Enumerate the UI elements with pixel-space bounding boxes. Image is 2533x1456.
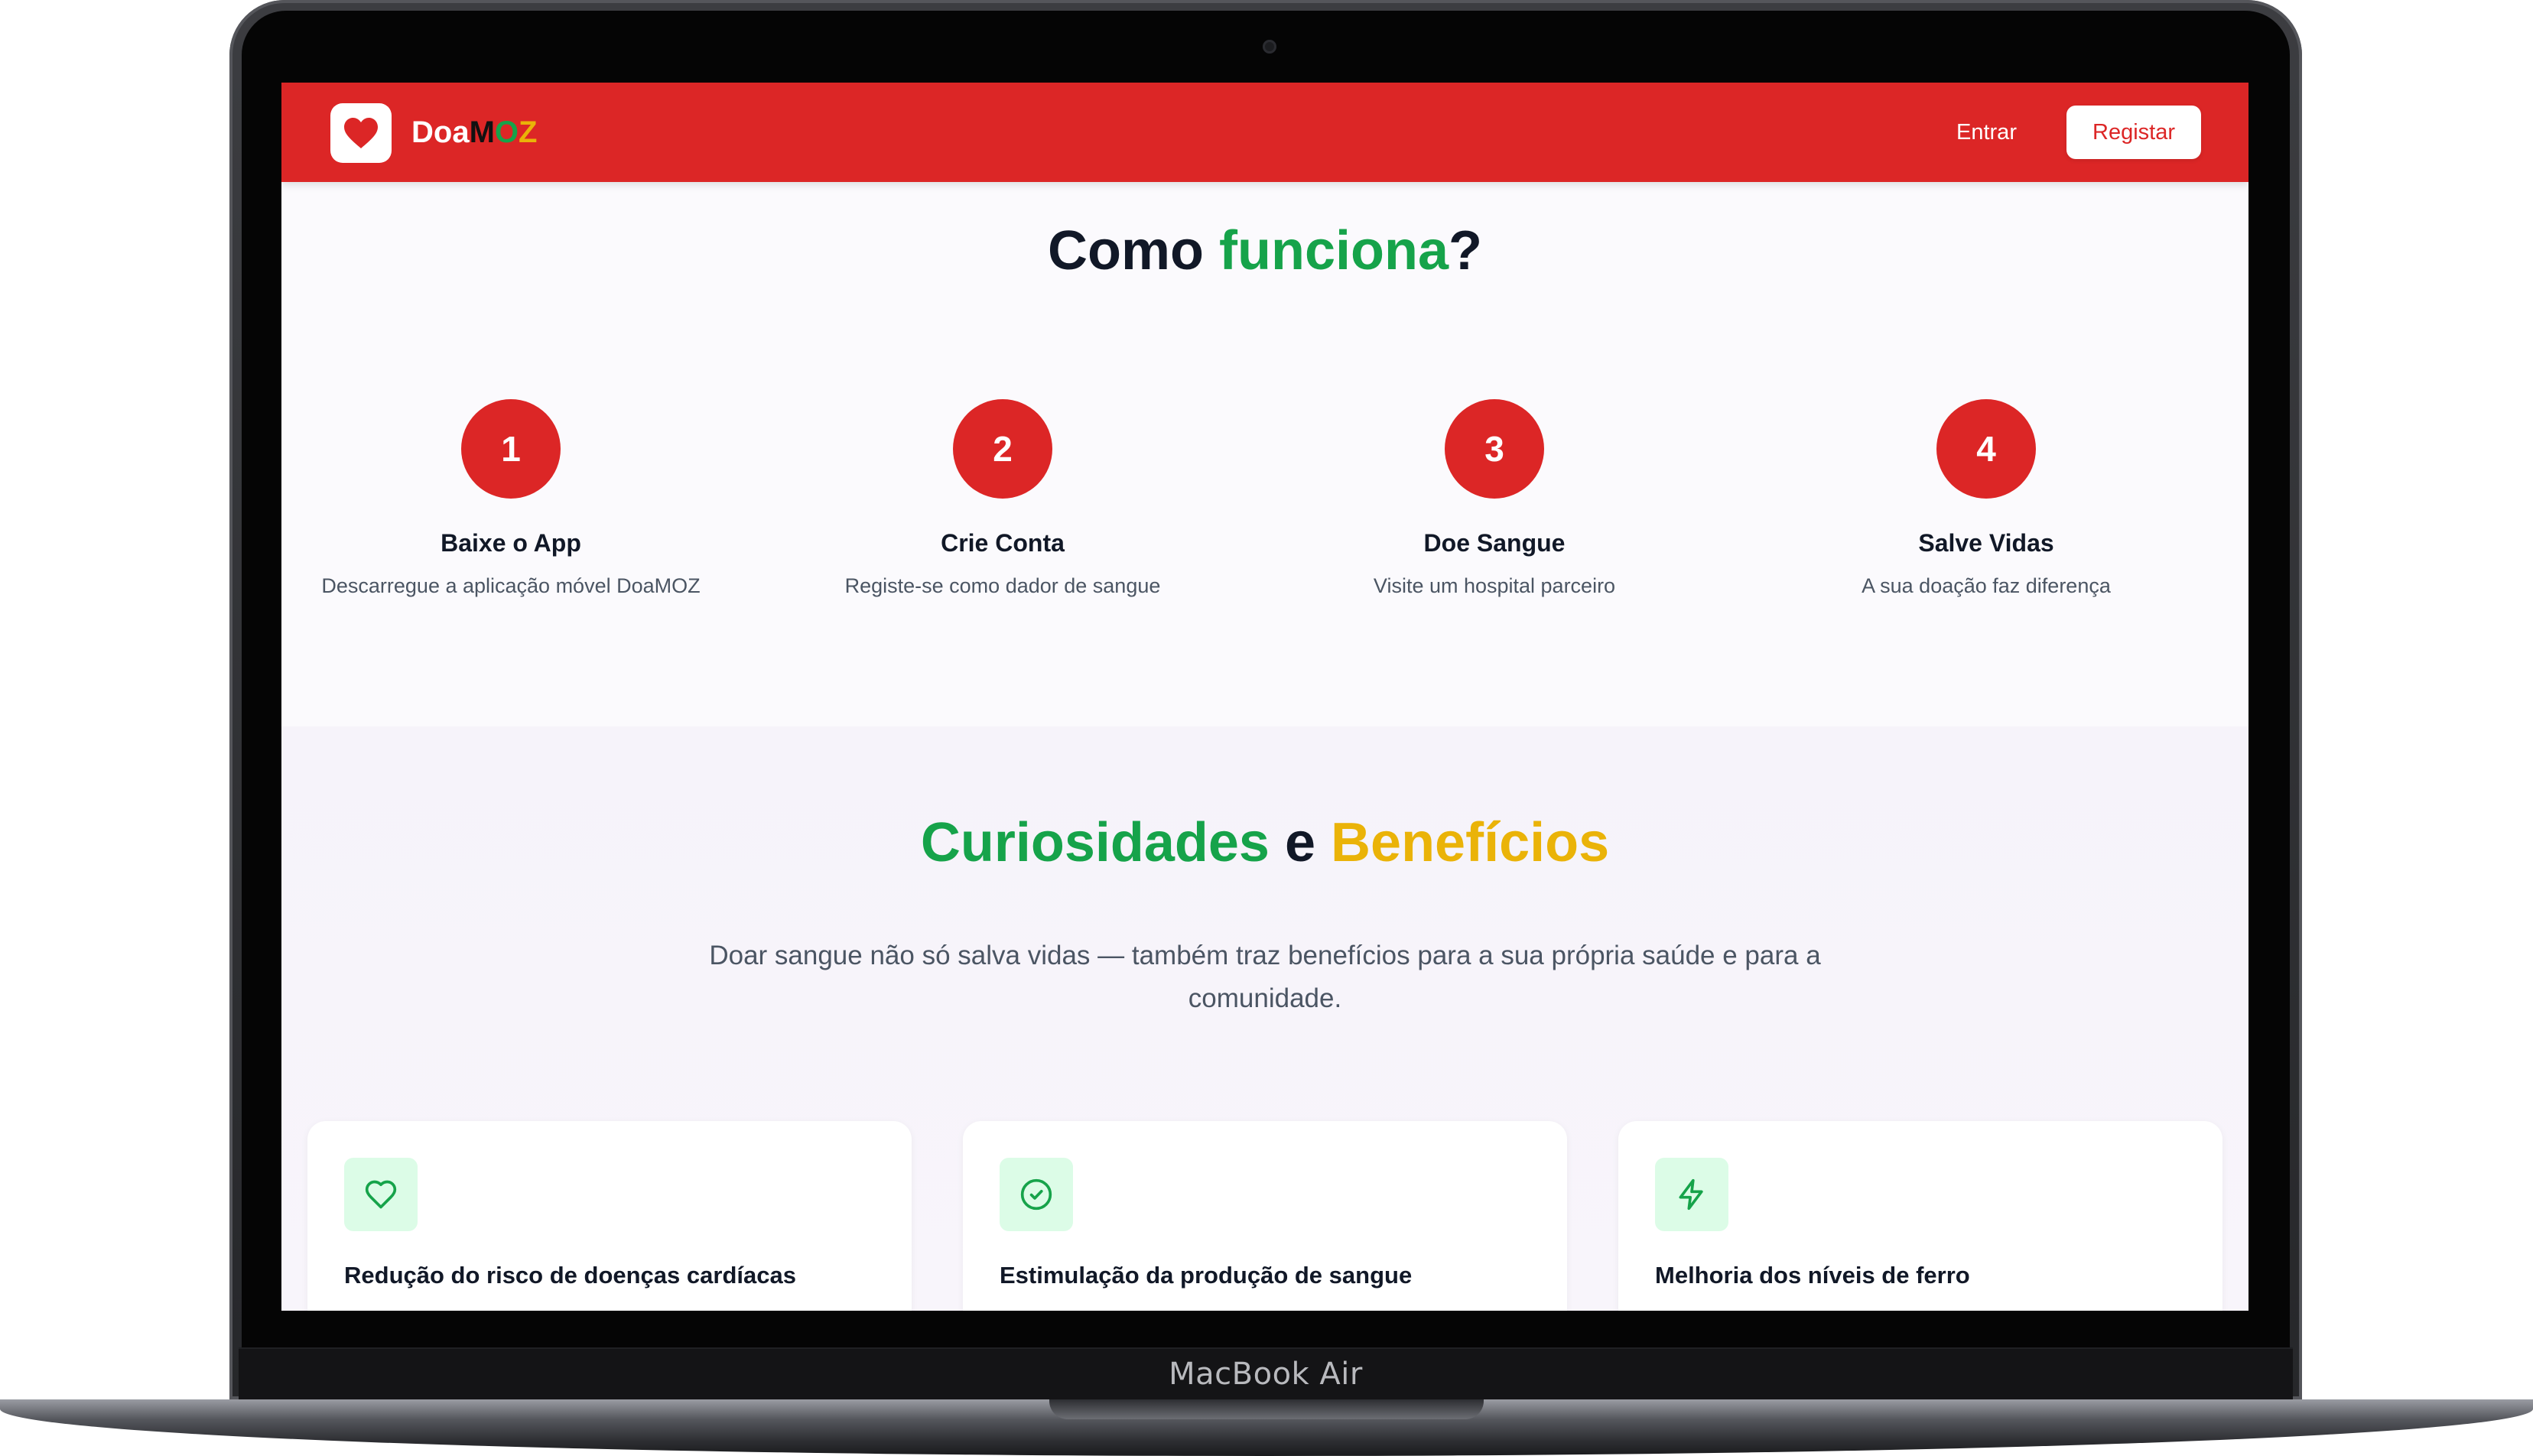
- step-2: 2 Crie Conta Registe-se como dador de sa…: [773, 399, 1232, 600]
- brand-letter-z: Z: [519, 115, 538, 149]
- step-number: 2: [953, 399, 1052, 499]
- step-3: 3 Doe Sangue Visite um hospital parceiro: [1265, 399, 1724, 600]
- brand-name[interactable]: DoaMOZ: [411, 113, 537, 151]
- browser-viewport: DoaMOZ Entrar Registar Como funciona? 1 …: [281, 83, 2248, 1311]
- step-description: Visite um hospital parceiro: [1373, 574, 1616, 597]
- card-icon-box: [344, 1158, 418, 1231]
- laptop-chin: MacBook Air: [239, 1347, 2293, 1399]
- benefit-card: Estimulação da produção de sangue: [963, 1121, 1567, 1311]
- step-number: 4: [1936, 399, 2036, 499]
- benefit-card: Redução do risco de doenças cardíacas: [307, 1121, 912, 1311]
- brand-letter-o: O: [494, 115, 519, 149]
- card-title: Redução do risco de doenças cardíacas: [344, 1262, 796, 1289]
- title-start: Como: [1048, 220, 1219, 281]
- card-title: Estimulação da produção de sangue: [1000, 1262, 1413, 1289]
- heart-icon: [365, 1180, 397, 1209]
- benefits-title-part1: Curiosidades: [920, 812, 1270, 873]
- card-title: Melhoria dos níveis de ferro: [1655, 1262, 1970, 1289]
- lightning-icon: [1679, 1178, 1703, 1211]
- step-title: Baixe o App: [441, 529, 581, 557]
- card-icon-box: [1000, 1158, 1073, 1231]
- navbar: DoaMOZ Entrar Registar: [281, 83, 2248, 182]
- step-4: 4 Salve Vidas A sua doação faz diferença: [1757, 399, 2216, 600]
- step-number: 3: [1445, 399, 1544, 499]
- card-icon-box: [1655, 1158, 1728, 1231]
- heart-icon: [344, 118, 378, 148]
- benefits-title-part3: Benefícios: [1331, 812, 1610, 873]
- step-title: Crie Conta: [941, 529, 1065, 557]
- benefits-title: Curiosidades e Benefícios: [281, 811, 2248, 875]
- check-circle-icon: [1020, 1178, 1052, 1211]
- camera-icon: [1263, 40, 1276, 54]
- step-description: Registe-se como dador de sangue: [844, 574, 1161, 597]
- logo[interactable]: [330, 103, 392, 163]
- brand-prefix: Doa: [411, 115, 470, 149]
- title-highlight: funciona: [1219, 220, 1449, 281]
- step-description: Descarregue a aplicação móvel DoaMOZ: [321, 574, 701, 597]
- benefits-title-part2: e: [1269, 812, 1332, 873]
- step-number: 1: [461, 399, 561, 499]
- benefit-card: Melhoria dos níveis de ferro: [1618, 1121, 2222, 1311]
- title-end: ?: [1449, 220, 1482, 281]
- laptop-notch: [1049, 1399, 1484, 1419]
- how-it-works-title: Como funciona?: [281, 219, 2248, 283]
- brand-letter-m: M: [469, 115, 495, 149]
- login-link[interactable]: Entrar: [1956, 118, 2017, 147]
- device-label: MacBook Air: [1169, 1357, 1363, 1392]
- register-button[interactable]: Registar: [2066, 106, 2201, 159]
- step-1: 1 Baixe o App Descarregue a aplicação mó…: [281, 399, 740, 600]
- step-description: A sua doação faz diferença: [1862, 574, 2111, 597]
- step-title: Doe Sangue: [1423, 529, 1566, 557]
- benefits-subtitle: Doar sangue não só salva vidas — também …: [709, 941, 1821, 1013]
- step-title: Salve Vidas: [1918, 529, 2054, 557]
